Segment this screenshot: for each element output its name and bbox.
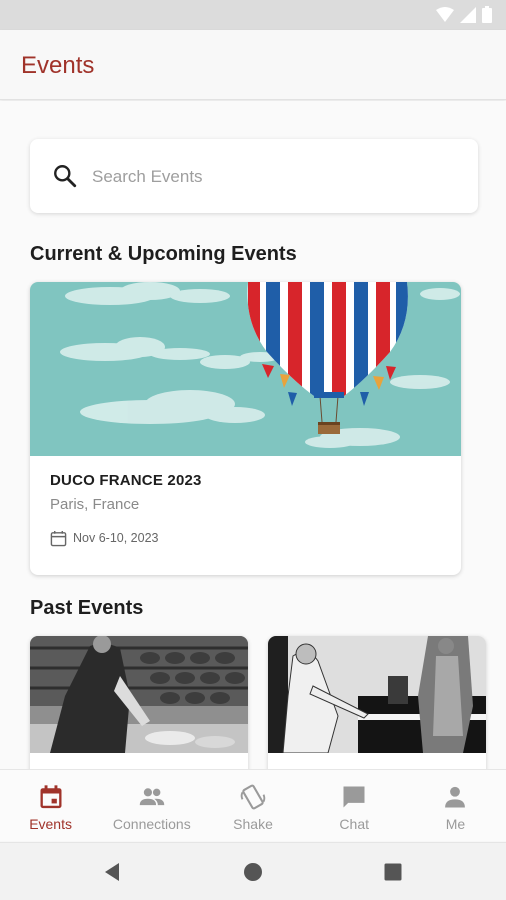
nav-item-events[interactable]: Events [0,770,101,841]
battery-icon [482,6,492,23]
event-card[interactable]: DUCO FRANCE 2023 Paris, France Nov 6-10,… [30,282,461,575]
nav-label-me: Me [445,816,466,832]
recents-icon[interactable] [382,861,404,883]
system-nav-bar [0,842,506,900]
event-name: DUCO FRANCE 2023 [50,472,202,489]
status-icons [436,6,492,23]
home-icon[interactable] [242,861,264,883]
nav-item-connections[interactable]: Connections [101,770,202,841]
nav-label-chat: Chat [339,816,369,832]
search-placeholder: Search Events [92,167,203,186]
status-bar [0,0,506,30]
calendar-icon [40,785,62,809]
events-content[interactable]: Search Events Current & Upcoming Events [0,101,506,769]
app-bar: Events [0,30,506,100]
past-event-image [268,636,486,753]
past-event-card[interactable] [268,636,486,769]
nav-label-shake: Shake [233,816,273,832]
past-event-image [30,636,248,753]
search-icon [54,165,77,188]
event-date: Nov 6-10, 2023 [73,531,159,545]
nav-label-connections: Connections [112,816,191,832]
past-events-heading: Past Events [30,597,144,619]
nav-item-chat[interactable]: Chat [304,770,405,841]
signal-icon [460,6,476,23]
wifi-icon [436,6,454,22]
shake-phone-icon [240,784,266,810]
past-event-card[interactable] [30,636,248,769]
nav-item-me[interactable]: Me [405,770,506,841]
current-events-heading: Current & Upcoming Events [30,243,297,265]
bottom-nav: Events Connections Shake Chat Me [0,769,506,841]
event-location: Paris, France [50,496,140,513]
back-icon[interactable] [101,861,123,883]
people-icon [139,788,165,806]
calendar-icon [50,530,67,547]
nav-label-events: Events [29,816,72,832]
chat-icon [343,786,365,808]
page-title: Events [21,52,95,79]
nav-item-shake[interactable]: Shake [202,770,303,841]
event-banner-image [30,282,461,456]
person-icon [445,786,466,808]
search-input[interactable]: Search Events [30,139,478,213]
